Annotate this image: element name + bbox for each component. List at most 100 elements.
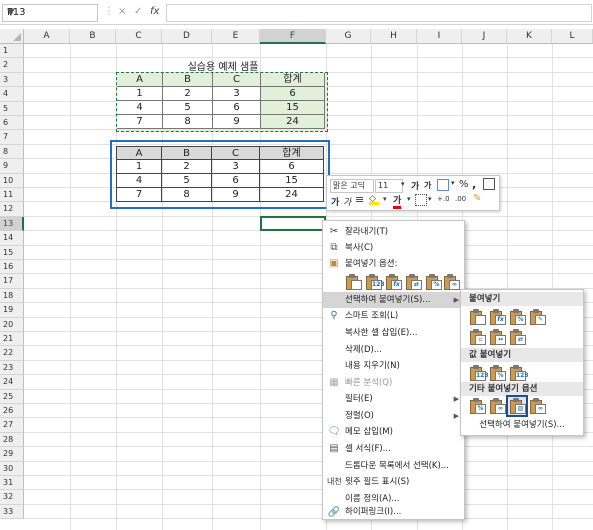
row-header-16[interactable]: 16 (0, 260, 24, 275)
row-header-13[interactable]: 13 (0, 216, 24, 232)
paste-linked-picture-icon[interactable]: ∞ (529, 397, 547, 415)
menu-item-sort[interactable]: 정렬(O) ▶ (323, 408, 464, 424)
font-grow-icon[interactable]: 가 (411, 179, 419, 192)
column-header-f[interactable]: F (260, 29, 326, 44)
paste-values-number-format-icon[interactable]: % (489, 364, 507, 382)
row-header-17[interactable]: 17 (0, 274, 24, 289)
formula-input[interactable] (166, 4, 592, 22)
column-header-l[interactable]: L (552, 29, 593, 44)
font-name-select[interactable]: 맑은 고딕 (330, 179, 374, 193)
row-header-18[interactable]: 18 (0, 288, 24, 304)
table1-cell[interactable]: 1 (117, 87, 163, 101)
menu-item-smart-lookup[interactable]: ⚲ 스마트 조회(L) (323, 308, 464, 324)
table1-cell[interactable]: 4 (117, 101, 163, 115)
format-painter-icon[interactable]: ✎ (473, 193, 481, 204)
chevron-down-icon[interactable]: ▾ (383, 195, 387, 203)
paste-transpose-icon[interactable]: ⇄ (509, 328, 527, 346)
row-header-29[interactable]: 29 (0, 447, 24, 462)
paste-values-icon[interactable]: 123 (365, 273, 385, 291)
column-header-c[interactable]: C (116, 29, 162, 44)
submenu-paste-special[interactable]: 선택하여 붙여넣기(S)... (461, 418, 583, 432)
menu-item-copy[interactable]: ⧉ 복사(C) (323, 240, 464, 256)
column-header-j[interactable]: J (462, 29, 507, 44)
chevron-down-icon[interactable]: ▾ (407, 195, 411, 203)
decrease-decimal-icon[interactable]: .00 (455, 195, 466, 203)
font-size-select[interactable]: 11 (375, 179, 403, 193)
column-header-a[interactable]: A (24, 29, 70, 44)
menu-item-delete[interactable]: 삭제(D)... (323, 342, 464, 358)
row-header-31[interactable]: 31 (0, 476, 24, 491)
row-header-26[interactable]: 26 (0, 404, 24, 419)
menu-item-hyperlink[interactable]: 🔗 하이퍼링크(I)... (323, 506, 464, 519)
paste-values-source-format-icon[interactable]: 123 (509, 364, 529, 382)
active-cell[interactable] (260, 216, 326, 231)
row-header-2[interactable]: 2 (0, 58, 24, 73)
row-header-30[interactable]: 30 (0, 461, 24, 476)
row-header-8[interactable]: 8 (0, 144, 24, 160)
menu-item-filter[interactable]: 필터(E) ▶ (323, 391, 464, 407)
menu-item-format-cells[interactable]: ▤ 셀 서식(F)... (323, 441, 464, 457)
paste-formatting-icon[interactable]: % (425, 273, 443, 291)
chevron-down-icon[interactable]: ▾ (451, 179, 455, 187)
table1-cell[interactable]: 24 (261, 115, 325, 129)
format-table-icon[interactable] (483, 178, 495, 190)
row-header-1[interactable]: 1 (0, 44, 24, 59)
italic-icon[interactable]: 가 (343, 195, 351, 208)
table2-cell[interactable]: 7 (116, 188, 162, 202)
paste-formulas-icon[interactable]: fx (385, 273, 403, 291)
paste-formulas-icon[interactable]: fx (489, 308, 507, 326)
font-shrink-icon[interactable]: 가 (424, 180, 431, 191)
align-icon[interactable]: ≡ (355, 193, 364, 206)
row-header-22[interactable]: 22 (0, 346, 24, 361)
fx-icon[interactable]: fx (150, 6, 159, 17)
menu-item-pick-dropdown[interactable]: 드롭다운 목록에서 선택(K)... (323, 458, 464, 474)
table1-cell[interactable]: 6 (213, 101, 261, 115)
paste-formatting-icon[interactable]: % (469, 397, 487, 415)
table1-cell[interactable]: 7 (117, 115, 163, 129)
table2-cell[interactable]: 15 (260, 174, 324, 188)
bold-icon[interactable]: 가 (331, 195, 339, 208)
name-box[interactable]: F13 ▼ (2, 4, 98, 22)
comma-icon[interactable]: , (472, 178, 476, 191)
table2-cell[interactable]: 1 (116, 160, 162, 174)
paste-formulas-number-format-icon[interactable]: % (509, 308, 527, 326)
table1-cell[interactable]: 5 (163, 101, 213, 115)
row-header-24[interactable]: 24 (0, 375, 24, 390)
menu-item-insert-copied[interactable]: 복사한 셀 삽입(E)... (323, 325, 464, 341)
row-header-27[interactable]: 27 (0, 418, 24, 433)
column-header-e[interactable]: E (212, 29, 260, 44)
column-header-b[interactable]: B (70, 29, 116, 44)
row-header-10[interactable]: 10 (0, 173, 24, 188)
menu-item-paste-special[interactable]: 선택하여 붙여넣기(S)... ▶ (323, 292, 464, 308)
row-header-20[interactable]: 20 (0, 317, 24, 332)
paste-link-icon[interactable]: ∞ (489, 397, 507, 415)
row-header-33[interactable]: 33 (0, 504, 24, 520)
table2-cell[interactable]: 6 (260, 160, 324, 174)
percent-icon[interactable]: % (459, 179, 469, 190)
paste-link-icon[interactable]: ∞ (443, 273, 461, 291)
font-color-icon[interactable]: 가 (393, 193, 402, 209)
menu-item-phonetic[interactable]: 내천 윗주 필드 표시(S) (323, 474, 464, 490)
menu-item-cut[interactable]: ✂ 잘라내기(T) (323, 224, 464, 240)
row-header-7[interactable]: 7 (0, 130, 24, 145)
table2-cell[interactable]: 4 (116, 174, 162, 188)
cancel-icon[interactable]: × (118, 6, 126, 17)
row-header-15[interactable]: 15 (0, 245, 24, 260)
table1-cell[interactable]: 6 (261, 87, 325, 101)
table1-cell[interactable]: 15 (261, 101, 325, 115)
menu-item-clear-contents[interactable]: 내용 지우기(N) (323, 358, 464, 374)
paste-icon[interactable] (345, 273, 363, 291)
row-header-21[interactable]: 21 (0, 332, 24, 347)
column-header-d[interactable]: D (162, 29, 212, 44)
table1-cell[interactable]: 2 (163, 87, 213, 101)
chevron-down-icon[interactable]: ▼ (7, 7, 93, 18)
row-header-14[interactable]: 14 (0, 231, 24, 246)
row-header-28[interactable]: 28 (0, 432, 24, 448)
menu-item-define-name[interactable]: 이름 정의(A)... (323, 491, 464, 507)
row-header-32[interactable]: 32 (0, 490, 24, 505)
increase-decimal-icon[interactable]: +.0 (437, 195, 450, 203)
paste-keep-source-format-icon[interactable]: ✎ (529, 308, 547, 326)
cell-style-icon[interactable] (437, 179, 449, 191)
column-header-g[interactable]: G (326, 29, 371, 44)
row-header-5[interactable]: 5 (0, 101, 24, 116)
